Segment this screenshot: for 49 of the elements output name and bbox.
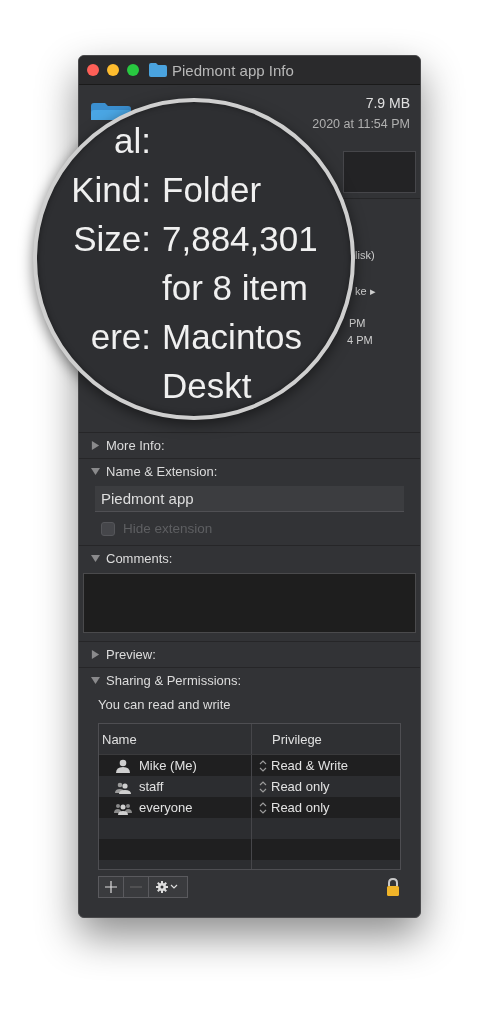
- comments-field[interactable]: [83, 573, 416, 633]
- action-menu-button[interactable]: [149, 877, 187, 897]
- table-cell: Mike (Me): [139, 758, 197, 773]
- info-label: Size:: [73, 218, 151, 259]
- section-toggle[interactable]: Comments:: [79, 546, 420, 571]
- table-cell: Read only: [271, 779, 330, 794]
- stepper-icon: [259, 779, 267, 794]
- name-field[interactable]: Piedmont app: [95, 486, 404, 512]
- info-value: for 8 item: [162, 267, 308, 308]
- zoom-button[interactable]: [127, 64, 139, 76]
- info-label: ere:: [90, 316, 151, 357]
- table-cell: staff: [139, 779, 164, 794]
- tags-field[interactable]: [343, 151, 416, 193]
- gear-icon: [156, 881, 180, 893]
- folder-icon: [149, 63, 167, 77]
- file-size: 7.9 MB: [365, 95, 410, 111]
- permission-summary: You can read and write: [97, 696, 232, 712]
- info-text: PM: [349, 317, 366, 329]
- table-cell: Read & Write: [271, 758, 349, 773]
- person-icon: [113, 758, 133, 773]
- table-row[interactable]: staff Read only: [99, 776, 400, 797]
- table-cell: Read only: [271, 800, 330, 815]
- close-button[interactable]: [87, 64, 99, 76]
- info-label: al:: [114, 120, 151, 161]
- table-row[interactable]: Mike (Me) Read & Write: [99, 755, 400, 776]
- section-toggle[interactable]: More Info:: [79, 433, 420, 458]
- add-button[interactable]: [99, 877, 124, 897]
- section-toggle[interactable]: Preview:: [79, 642, 420, 667]
- locked-padlock-icon[interactable]: [386, 877, 400, 897]
- stepper-icon: [259, 800, 267, 815]
- modified-date: 2020 at 11:54 PM: [312, 117, 410, 131]
- info-value: Folder: [162, 169, 262, 210]
- info-text: ke ▸: [355, 285, 376, 298]
- plus-icon: [105, 881, 117, 893]
- column-header[interactable]: Name: [99, 731, 251, 747]
- info-value: Macintos: [162, 316, 303, 357]
- info-text: lisk): [355, 249, 375, 261]
- window-title: Piedmont app Info: [172, 61, 294, 79]
- info-value: Deskt: [162, 365, 252, 406]
- section-toggle[interactable]: Sharing & Permissions:: [79, 668, 420, 693]
- table-row[interactable]: everyone Read only: [99, 797, 400, 818]
- minimize-button[interactable]: [107, 64, 119, 76]
- section-toggle[interactable]: Name & Extension:: [79, 459, 420, 484]
- stepper-icon: [259, 758, 267, 773]
- info-text: 4 PM: [347, 334, 373, 346]
- info-value: 7,884,301: [162, 218, 318, 259]
- info-label: Kind:: [71, 169, 151, 210]
- table-cell: everyone: [139, 800, 193, 815]
- column-header[interactable]: Privilege: [251, 724, 400, 754]
